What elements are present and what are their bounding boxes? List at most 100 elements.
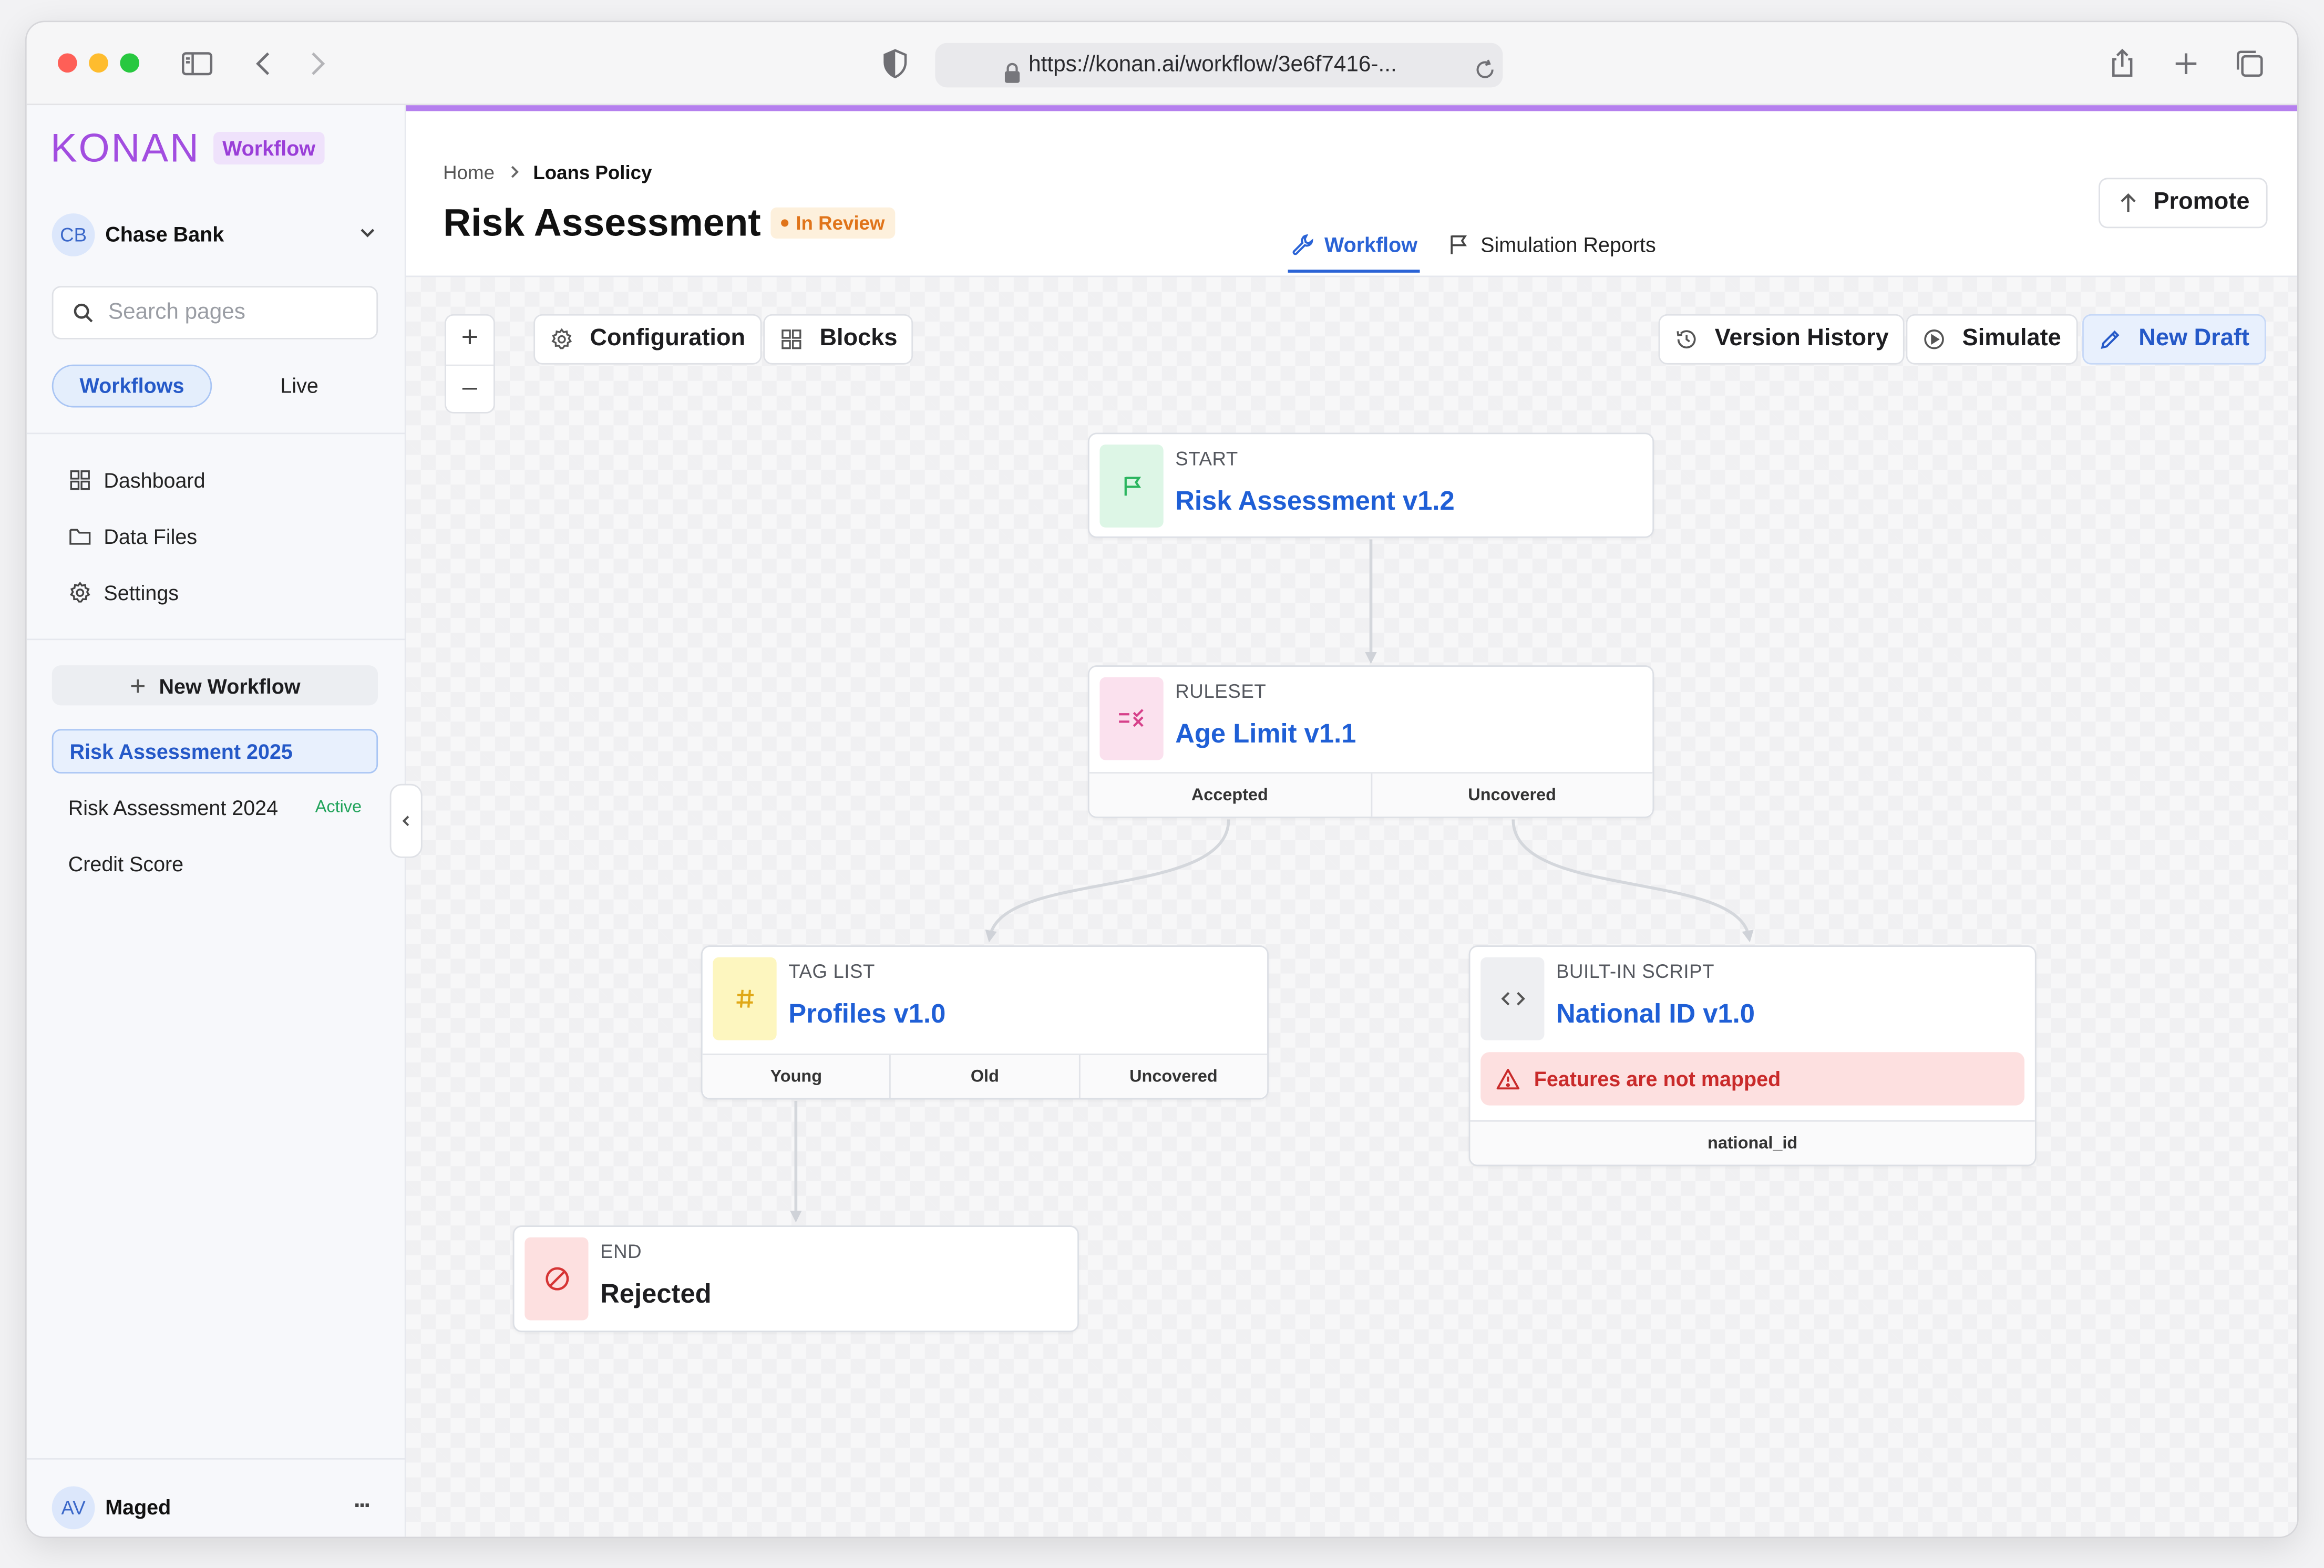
node-title[interactable]: Profiles v1.0 [788, 999, 945, 1030]
status-dot [781, 219, 789, 227]
workflow-item[interactable]: Credit Score [52, 842, 378, 886]
node-kind: END [600, 1240, 642, 1263]
nav-item-data-files[interactable]: Data Files [68, 519, 197, 554]
tab-workflow[interactable]: Workflow [1288, 233, 1420, 273]
new-workflow-label: New Workflow [159, 673, 301, 697]
reload-icon[interactable] [1473, 54, 1497, 78]
port-uncovered[interactable]: Uncovered [1372, 773, 1652, 817]
node-title[interactable]: Rejected [600, 1279, 712, 1310]
warning-text: Features are not mapped [1534, 1067, 1781, 1091]
node-start[interactable]: START Risk Assessment v1.2 [1087, 432, 1654, 538]
search-input[interactable]: Search pages [52, 286, 378, 339]
brand-tag: Workflow [213, 131, 324, 165]
port-accepted[interactable]: Accepted [1089, 773, 1372, 817]
breadcrumb-home[interactable]: Home [443, 161, 495, 183]
hash-icon [713, 957, 777, 1040]
toggle-live[interactable]: Live [221, 365, 378, 408]
port-uncovered[interactable]: Uncovered [1080, 1055, 1267, 1098]
back-icon[interactable] [246, 46, 282, 81]
zoom-in-button[interactable]: + [446, 316, 493, 365]
history-icon [1675, 326, 1702, 353]
node-kind: RULESET [1175, 680, 1267, 703]
zoom-out-button[interactable]: – [446, 366, 493, 412]
version-history-label: Version History [1714, 326, 1889, 352]
new-tab-icon[interactable] [2168, 46, 2204, 81]
status-badge: In Review [770, 207, 896, 239]
folder-icon [68, 524, 92, 548]
url-text: https://konan.ai/workflow/3e6f7416-... [1029, 51, 1397, 77]
tab-simulation-reports[interactable]: Simulation Reports [1446, 233, 1656, 273]
configuration-button[interactable]: Configuration [533, 314, 762, 365]
org-name: Chase Bank [105, 222, 224, 246]
simulate-button[interactable]: Simulate [1906, 314, 2078, 365]
nav-label: Dashboard [104, 468, 205, 492]
avatar: AV [52, 1486, 95, 1529]
node-title[interactable]: National ID v1.0 [1556, 999, 1755, 1030]
search-icon [73, 302, 93, 323]
new-draft-label: New Draft [2138, 326, 2249, 352]
promote-button[interactable]: Promote [2099, 178, 2268, 229]
user-menu[interactable]: AV Maged ... [52, 1485, 378, 1530]
zoom-controls: + – [445, 314, 495, 414]
plus-icon [129, 676, 147, 694]
browser-titlebar: https://konan.ai/workflow/3e6f7416-... [26, 22, 2298, 106]
user-initials: AV [61, 1495, 86, 1519]
port-young[interactable]: Young [703, 1055, 891, 1098]
port-national-id[interactable]: national_id [1470, 1122, 2034, 1165]
toggle-workflows[interactable]: Workflows [52, 364, 212, 408]
ruleset-icon [1099, 677, 1164, 760]
node-script[interactable]: BUILT-IN SCRIPT National ID v1.0 Feature… [1468, 945, 2037, 1167]
divider [26, 638, 406, 641]
node-kind: TAG LIST [788, 960, 876, 983]
breadcrumb: Home Loans Policy [443, 160, 652, 184]
nav-item-settings[interactable]: Settings [68, 575, 179, 611]
zoom-window-button[interactable] [120, 53, 140, 73]
workflow-name: Risk Assessment 2025 [69, 739, 293, 764]
brand-logo[interactable]: KONAN Workflow [50, 125, 324, 171]
share-icon[interactable] [2104, 46, 2140, 81]
node-ruleset[interactable]: RULESET Age Limit v1.1 Accepted Uncovere… [1087, 665, 1654, 818]
node-kind: BUILT-IN SCRIPT [1556, 960, 1715, 983]
tab-workflow-label: Workflow [1324, 232, 1417, 256]
more-icon[interactable]: ... [354, 1488, 371, 1514]
nav-item-dashboard[interactable]: Dashboard [68, 462, 205, 498]
grid-icon [779, 326, 806, 353]
workflow-name: Risk Assessment 2024 [68, 796, 279, 820]
forward-icon[interactable] [300, 46, 335, 81]
blocks-label: Blocks [819, 326, 898, 352]
close-window-button[interactable] [57, 53, 77, 73]
wrench-icon [1290, 233, 1314, 256]
workflow-item[interactable]: Risk Assessment 2024 Active [52, 786, 378, 830]
workflow-item[interactable]: Risk Assessment 2025 [52, 729, 378, 774]
sidebar-toggle-icon[interactable] [179, 46, 215, 81]
privacy-shield-icon[interactable] [877, 46, 913, 81]
brand-name: KONAN [50, 125, 200, 170]
edge-ruleset-script [1511, 819, 1754, 943]
node-title[interactable]: Age Limit v1.1 [1175, 719, 1356, 750]
port-old[interactable]: Old [891, 1055, 1080, 1098]
accent-bar [406, 105, 2298, 111]
node-taglist[interactable]: TAG LIST Profiles v1.0 Young Old Uncover… [701, 945, 1269, 1100]
breadcrumb-current: Loans Policy [533, 160, 652, 183]
user-name: Maged [105, 1495, 171, 1519]
address-bar[interactable]: https://konan.ai/workflow/3e6f7416-... [935, 43, 1503, 88]
node-end[interactable]: END Rejected [512, 1225, 1079, 1333]
workflow-canvas[interactable]: + – Configuration Blocks Version History… [406, 275, 2298, 1537]
org-switcher[interactable]: CB Chase Bank [52, 212, 378, 256]
node-kind: START [1175, 447, 1238, 470]
blocks-button[interactable]: Blocks [763, 314, 914, 365]
warning-banner: Features are not mapped [1480, 1052, 2025, 1106]
tab-overview-icon[interactable] [2232, 46, 2268, 81]
page-title: Risk Assessment [443, 200, 761, 245]
collapse-sidebar-button[interactable] [389, 783, 423, 858]
new-workflow-button[interactable]: New Workflow [52, 665, 378, 706]
nav-label: Data Files [104, 524, 198, 549]
version-history-button[interactable]: Version History [1658, 314, 1905, 365]
minimize-window-button[interactable] [89, 53, 108, 73]
new-draft-button[interactable]: New Draft [2082, 314, 2266, 365]
node-ports: Accepted Uncovered [1089, 772, 1653, 817]
main-panel: Home Loans Policy Risk Assessment In Rev… [406, 105, 2298, 1537]
nav-label: Settings [104, 581, 179, 605]
dashboard-icon [68, 468, 92, 492]
node-title[interactable]: Risk Assessment v1.2 [1175, 486, 1454, 517]
